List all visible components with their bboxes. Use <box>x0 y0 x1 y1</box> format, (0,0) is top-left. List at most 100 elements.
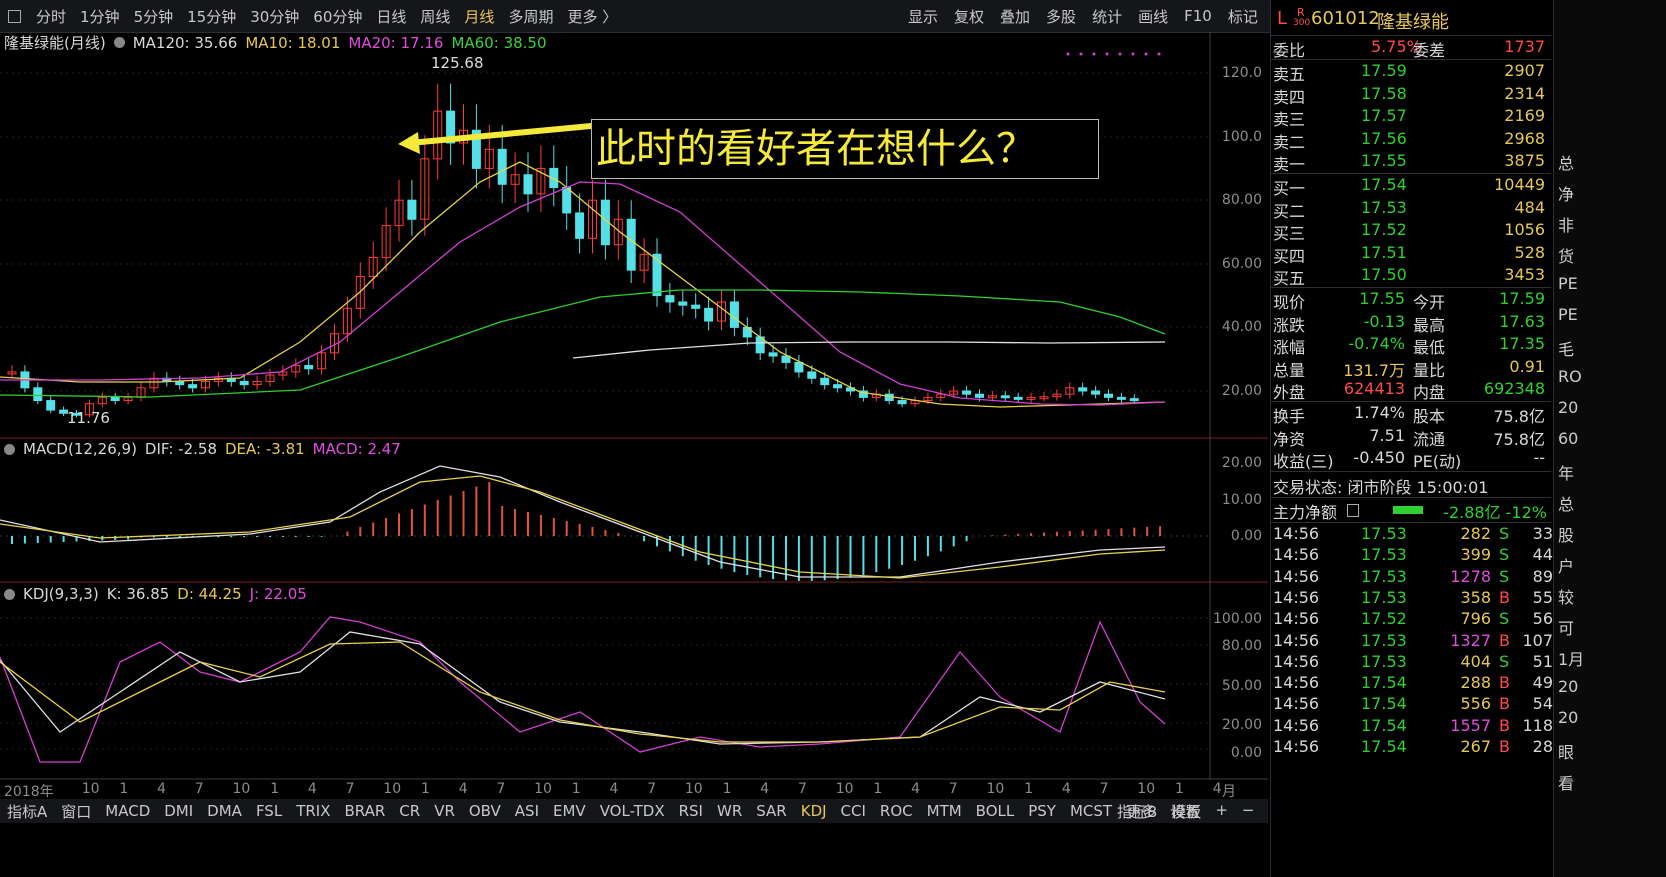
quote-value: 624413 <box>1343 379 1405 399</box>
tick-price: 17.52 <box>1361 609 1407 629</box>
tick-volume: 358 <box>1460 587 1491 607</box>
tick-row: 14:56 17.53 282 S 33 <box>1271 524 1553 546</box>
period-tab[interactable]: 月线 <box>457 6 501 27</box>
period-tab[interactable]: 30分钟 <box>243 6 306 27</box>
indicator-control[interactable]: 模板 <box>1164 801 1208 822</box>
period-tab[interactable]: 5分钟 <box>127 6 181 27</box>
indicator-tab[interactable]: TRIX <box>289 802 337 820</box>
stock-period-label: 隆基绿能(月线) <box>4 34 106 52</box>
side-cut-label: 眼 <box>1558 743 1575 762</box>
period-tab[interactable]: 周线 <box>413 6 457 27</box>
marker-dot <box>1066 52 1070 56</box>
settings-icon[interactable] <box>113 37 125 48</box>
period-tab[interactable]: 多周期 <box>501 6 560 27</box>
time-tick-label: 10 <box>383 781 402 797</box>
trade-status: 交易状态: 闭市阶段 15:00:01 <box>1271 474 1551 497</box>
indicator-tab[interactable]: VOL-TDX <box>593 802 672 820</box>
indicator-tab[interactable]: MTM <box>920 802 969 820</box>
indicator-tab[interactable]: BOLL <box>969 802 1022 820</box>
indicator-tab[interactable]: DMA <box>200 802 249 820</box>
indicator-tab[interactable]: VR <box>427 802 462 820</box>
indicator-tab[interactable]: CR <box>392 802 427 820</box>
fund-label: 换手 <box>1273 407 1306 426</box>
order-price: 17.55 <box>1361 151 1407 171</box>
candle-body <box>768 352 778 357</box>
order-volume: 10449 <box>1494 175 1545 194</box>
quote-value: -0.74% <box>1348 334 1405 354</box>
tool-item[interactable]: F10 <box>1176 7 1220 25</box>
period-tab[interactable]: 分时 <box>29 6 73 27</box>
indicator-tab[interactable]: WR <box>710 802 749 820</box>
indicator-tab[interactable]: 窗口 <box>54 801 98 822</box>
indicator-tab[interactable]: PSY <box>1021 802 1063 820</box>
main-flow-row: 主力净额 -2.88亿 -12% <box>1271 499 1551 522</box>
kdj-tick-label: 50.00 <box>1221 678 1262 694</box>
indicator-tab[interactable]: ASI <box>508 802 546 820</box>
price-tick-label: 20.00 <box>1221 383 1262 399</box>
period-tab[interactable]: 更多 〉 <box>560 6 624 27</box>
tick-time: 14:56 <box>1273 737 1320 756</box>
indicator-tab[interactable]: DMI <box>157 802 200 820</box>
indicator-tab[interactable]: RSI <box>672 802 710 820</box>
settings-icon[interactable] <box>4 588 15 600</box>
quote-row: 涨幅 -0.74% 最低 17.35 <box>1271 334 1551 357</box>
time-tick-label: 4 <box>157 781 167 797</box>
indicator-tab[interactable]: MACD <box>98 802 157 820</box>
indicator-tab[interactable]: SAR <box>749 802 793 820</box>
tool-item[interactable]: 画线 <box>1130 6 1176 27</box>
tool-item[interactable]: 显示 <box>900 6 946 27</box>
indicator-tab[interactable]: 指标A <box>0 801 54 822</box>
flow-detail-icon[interactable] <box>1347 504 1359 517</box>
period-tab[interactable]: 日线 <box>369 6 413 27</box>
tool-item[interactable]: 标记 <box>1220 6 1266 27</box>
indicator-control[interactable]: − <box>1235 801 1262 822</box>
tick-count: 56 <box>1532 609 1553 629</box>
window-toggle-icon[interactable] <box>8 9 21 23</box>
annotation-textbox[interactable]: 此时的看好者在想什么？ <box>591 119 1099 179</box>
tick-volume: 1327 <box>1450 630 1491 650</box>
side-panel-edge: 总净非货 PE PE 毛 RO 20 60 年总股户较可 1月 20 20 眼看 <box>1553 0 1666 877</box>
indicator-tab[interactable]: CCI <box>834 802 873 820</box>
kdj-tick-label: 0.00 <box>1230 745 1262 761</box>
time-tick-label: 7 <box>1099 781 1109 797</box>
time-tick-label: 4 <box>458 781 468 797</box>
ma10-label: MA10: 18.01 <box>245 33 341 52</box>
period-tab[interactable]: 60分钟 <box>306 6 369 27</box>
tool-item[interactable]: 叠加 <box>992 6 1038 27</box>
tick-side: B <box>1499 630 1510 650</box>
quote-row: 现价 17.55 今开 17.59 <box>1271 289 1551 312</box>
period-tab[interactable]: 1分钟 <box>73 6 127 27</box>
tool-item[interactable]: 统计 <box>1084 6 1130 27</box>
side-cut-label: PE <box>1558 274 1578 293</box>
order-price: 17.51 <box>1361 242 1407 262</box>
indicator-tab[interactable]: EMV <box>546 802 593 820</box>
candle-body <box>1091 390 1101 395</box>
kdj-tick-label: 20.00 <box>1221 717 1262 733</box>
ma120-label: MA120: 35.66 <box>132 33 238 52</box>
tick-time: 14:56 <box>1273 566 1320 586</box>
tool-item[interactable]: 多股 <box>1038 6 1084 27</box>
indicator-tab[interactable]: KDJ <box>794 802 834 820</box>
tool-item[interactable]: 复权 <box>946 6 992 27</box>
time-tick-label: 1 <box>1175 781 1184 797</box>
settings-icon[interactable] <box>4 443 15 455</box>
macd-value-label: MACD: 2.47 <box>312 440 401 458</box>
quote-label: 现价 <box>1273 293 1306 312</box>
indicator-tab[interactable]: BRAR <box>337 802 392 820</box>
trade-status-text: 交易状态: 闭市阶段 15:00:01 <box>1273 478 1489 497</box>
tick-price: 17.53 <box>1361 524 1407 543</box>
tick-row: 14:56 17.54 1557 B 118 <box>1271 716 1553 738</box>
order-volume: 1056 <box>1504 220 1545 240</box>
order-level: 卖五 <box>1273 65 1306 84</box>
order-volume: 2968 <box>1504 128 1545 148</box>
indicator-control[interactable]: + <box>1208 801 1235 822</box>
indicator-tab[interactable]: OBV <box>462 802 508 820</box>
indicator-tab[interactable]: ROC <box>873 802 920 820</box>
candle-body <box>497 148 507 185</box>
period-tab[interactable]: 15分钟 <box>180 6 243 27</box>
time-tick-label: 1 <box>873 781 883 797</box>
indicator-tab[interactable]: FSL <box>249 802 289 820</box>
tick-volume: 288 <box>1460 673 1491 693</box>
indicator-control[interactable]: 指标B <box>1110 801 1164 822</box>
macd-tick-label: 0.00 <box>1230 528 1262 544</box>
